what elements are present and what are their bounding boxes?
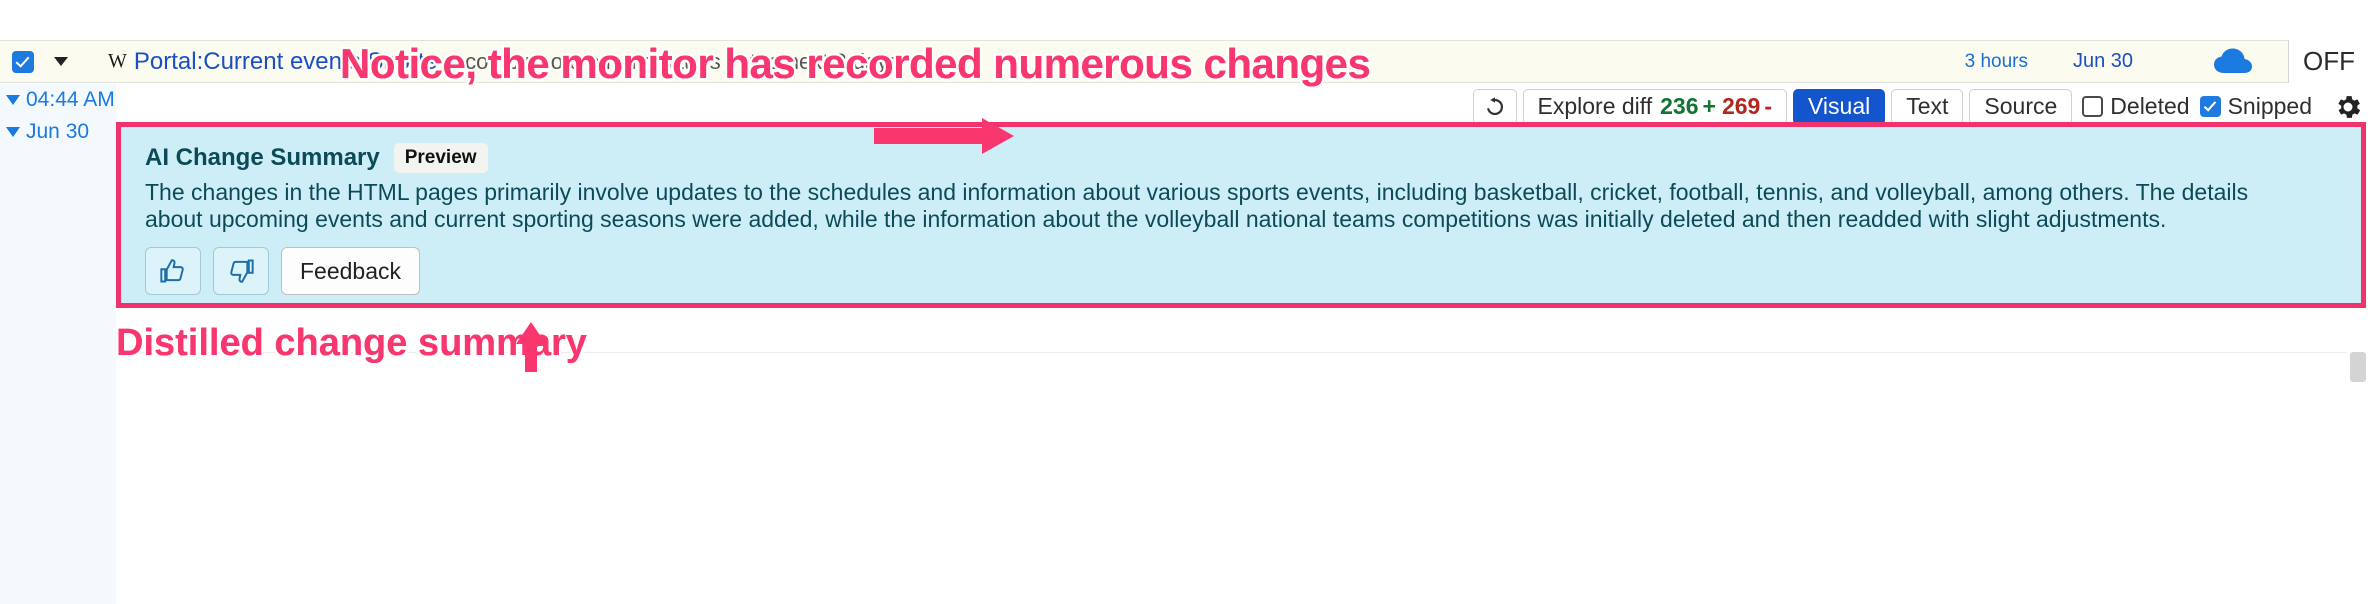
thumbs-down-icon[interactable]	[213, 247, 269, 296]
chevron-down-icon[interactable]	[54, 57, 68, 66]
gear-icon[interactable]	[2328, 87, 2368, 127]
rail-item-label: 04:44 AM	[26, 88, 115, 111]
checkbox-checked-icon	[2199, 96, 2221, 117]
content-divider	[116, 352, 2346, 353]
view-mode-text[interactable]: Text	[1891, 88, 1964, 125]
explore-diff-label: Explore diff	[1537, 93, 1653, 119]
checkbox-unchecked-icon	[2082, 96, 2104, 117]
page-title-snippet: ... comp r t o o o n u o s tt r s in the…	[440, 48, 900, 74]
triangle-down-icon	[6, 95, 20, 105]
filter-snipped-toggle[interactable]: Snipped	[2199, 89, 2312, 125]
rail-item-date[interactable]: Jun 30	[0, 116, 116, 148]
cloud-icon[interactable]	[2178, 48, 2288, 76]
monitor-row-header: W Portal:Current events/Sports ... comp …	[0, 40, 2374, 83]
view-mode-source[interactable]: Source	[1969, 88, 2073, 125]
relative-time-label[interactable]: 3 hours	[1965, 51, 2028, 73]
filter-deleted-label: Deleted	[2110, 93, 2190, 119]
page-title-link[interactable]: Portal:Current events/Sports	[134, 48, 437, 76]
feedback-button[interactable]: Feedback	[281, 247, 421, 296]
triangle-down-icon	[6, 127, 20, 137]
history-rewind-icon[interactable]	[1472, 88, 1517, 125]
diff-additions-count: 236	[1660, 93, 1699, 119]
diff-plus-sign: +	[1702, 93, 1716, 119]
rail-item-time[interactable]: 04:44 AM	[0, 84, 116, 116]
explore-diff-button[interactable]: Explore diff 236 + 269 -	[1522, 88, 1787, 125]
scrollbar-thumb[interactable]	[2350, 352, 2366, 382]
ai-summary-title: AI Change Summary	[145, 144, 380, 171]
thumbs-up-icon[interactable]	[145, 247, 201, 296]
preview-badge: Preview	[393, 143, 488, 173]
view-mode-visual[interactable]: Visual	[1793, 88, 1886, 125]
monitor-toggle-off[interactable]: OFF	[2288, 40, 2374, 83]
app-root: W Portal:Current events/Sports ... comp …	[0, 0, 2374, 604]
timestamp-rail: 04:44 AM Jun 30	[0, 84, 116, 604]
wikipedia-w-icon: W	[108, 50, 127, 72]
ai-change-summary-card: AI Change Summary Preview The changes in…	[116, 122, 2366, 308]
date-label[interactable]: Jun 30	[2028, 50, 2178, 73]
diff-minus-sign: -	[1764, 93, 1772, 119]
row-select-checkbox[interactable]	[12, 50, 34, 73]
diff-deletions-count: 269	[1721, 93, 1761, 119]
filter-deleted-toggle[interactable]: Deleted	[2082, 89, 2190, 125]
ai-summary-body: The changes in the HTML pages primarily …	[145, 179, 2249, 233]
rail-item-label: Jun 30	[26, 120, 90, 143]
ai-summary-actions: Feedback	[145, 247, 2337, 296]
row-select-checkbox-wrap	[0, 50, 46, 73]
filter-snipped-label: Snipped	[2227, 93, 2312, 119]
ai-summary-header: AI Change Summary Preview	[145, 143, 2337, 173]
